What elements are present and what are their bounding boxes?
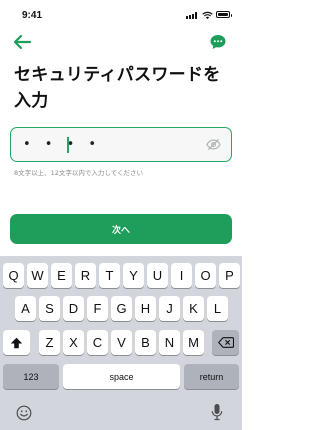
key-o[interactable]: O bbox=[195, 263, 216, 288]
delete-icon bbox=[217, 337, 234, 348]
delete-key[interactable] bbox=[212, 330, 239, 355]
space-key[interactable]: space bbox=[63, 364, 180, 389]
status-time: 9:41 bbox=[22, 10, 43, 21]
key-u[interactable]: U bbox=[147, 263, 168, 288]
key-k[interactable]: K bbox=[183, 296, 204, 321]
key-e[interactable]: E bbox=[51, 263, 72, 288]
key-y[interactable]: Y bbox=[123, 263, 144, 288]
password-hint: 8文字以上、12文字以内で入力してください bbox=[14, 169, 144, 177]
key-s[interactable]: S bbox=[39, 296, 60, 321]
page-title: セキュリティパスワードを入力 bbox=[14, 65, 221, 111]
key-h[interactable]: H bbox=[135, 296, 156, 321]
key-w[interactable]: W bbox=[27, 263, 48, 288]
key-f[interactable]: F bbox=[87, 296, 108, 321]
return-key[interactable]: return bbox=[184, 364, 239, 389]
key-q[interactable]: Q bbox=[3, 263, 24, 288]
signal-icon bbox=[186, 12, 198, 19]
key-x[interactable]: X bbox=[63, 330, 84, 355]
key-l[interactable]: L bbox=[207, 296, 228, 321]
key-z[interactable]: Z bbox=[39, 330, 60, 355]
key-r[interactable]: R bbox=[75, 263, 96, 288]
key-d[interactable]: D bbox=[63, 296, 84, 321]
back-arrow-icon[interactable] bbox=[12, 34, 32, 50]
key-t[interactable]: T bbox=[99, 263, 120, 288]
key-b[interactable]: B bbox=[135, 330, 156, 355]
eye-slash-icon[interactable] bbox=[206, 138, 221, 151]
keyboard: Q W E R T Y U I O P A S D F G H J K L Z … bbox=[0, 256, 242, 430]
keyboard-bottom-bar bbox=[0, 397, 242, 430]
key-g[interactable]: G bbox=[111, 296, 132, 321]
shift-key[interactable] bbox=[3, 330, 30, 355]
password-value: • • • • bbox=[23, 137, 102, 152]
wifi-icon bbox=[202, 11, 213, 20]
status-bar: 9:41 bbox=[0, 0, 242, 30]
microphone-icon[interactable] bbox=[211, 403, 223, 421]
shift-icon bbox=[10, 337, 23, 348]
battery-icon bbox=[216, 11, 232, 18]
key-m[interactable]: M bbox=[183, 330, 204, 355]
key-a[interactable]: A bbox=[15, 296, 36, 321]
emoji-icon[interactable] bbox=[16, 405, 32, 421]
key-i[interactable]: I bbox=[171, 263, 192, 288]
password-field[interactable]: • • • • bbox=[10, 127, 232, 162]
chat-icon[interactable] bbox=[209, 33, 227, 51]
key-j[interactable]: J bbox=[159, 296, 180, 321]
key-n[interactable]: N bbox=[159, 330, 180, 355]
key-c[interactable]: C bbox=[87, 330, 108, 355]
key-p[interactable]: P bbox=[219, 263, 240, 288]
key-v[interactable]: V bbox=[111, 330, 132, 355]
numbers-key[interactable]: 123 bbox=[3, 364, 59, 389]
text-caret bbox=[67, 137, 69, 153]
next-button[interactable]: 次へ bbox=[10, 214, 232, 244]
